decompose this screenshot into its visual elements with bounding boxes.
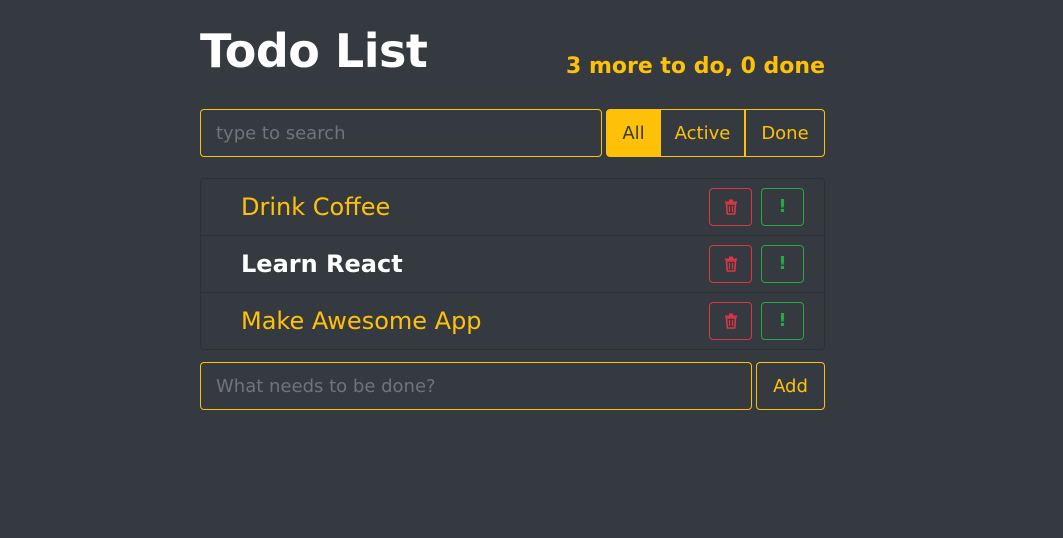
delete-button[interactable] <box>709 245 752 283</box>
filter-done-button[interactable]: Done <box>745 109 825 157</box>
todo-item: Make Awesome App ! <box>201 293 824 349</box>
mark-important-button[interactable]: ! <box>761 188 804 226</box>
todo-label[interactable]: Drink Coffee <box>241 179 390 235</box>
filter-active-button[interactable]: Active <box>661 109 745 157</box>
add-button[interactable]: Add <box>756 362 825 410</box>
exclamation-icon: ! <box>778 253 787 274</box>
todo-label[interactable]: Learn React <box>241 236 403 292</box>
todo-item: Drink Coffee ! <box>201 179 824 236</box>
exclamation-icon: ! <box>778 196 787 217</box>
new-todo-input[interactable] <box>200 362 752 410</box>
todo-label[interactable]: Make Awesome App <box>241 293 482 349</box>
mark-important-button[interactable]: ! <box>761 245 804 283</box>
todo-item: Learn React ! <box>201 236 824 293</box>
trash-icon <box>724 199 738 215</box>
todo-list: Drink Coffee ! Learn React ! Make Awesom… <box>200 178 825 350</box>
trash-icon <box>724 256 738 272</box>
search-panel: All Active Done <box>200 109 825 157</box>
trash-icon <box>724 313 738 329</box>
delete-button[interactable] <box>709 188 752 226</box>
todo-counter: 3 more to do, 0 done <box>565 54 825 79</box>
delete-button[interactable] <box>709 302 752 340</box>
app-header: Todo List 3 more to do, 0 done <box>200 22 825 86</box>
page-title: Todo List <box>200 24 428 78</box>
status-filter: All Active Done <box>606 109 825 157</box>
todo-app: Todo List 3 more to do, 0 done All Activ… <box>200 22 825 410</box>
add-item-form: Add <box>200 362 825 410</box>
search-input[interactable] <box>200 109 602 157</box>
filter-all-button[interactable]: All <box>606 109 661 157</box>
exclamation-icon: ! <box>778 310 787 331</box>
mark-important-button[interactable]: ! <box>761 302 804 340</box>
